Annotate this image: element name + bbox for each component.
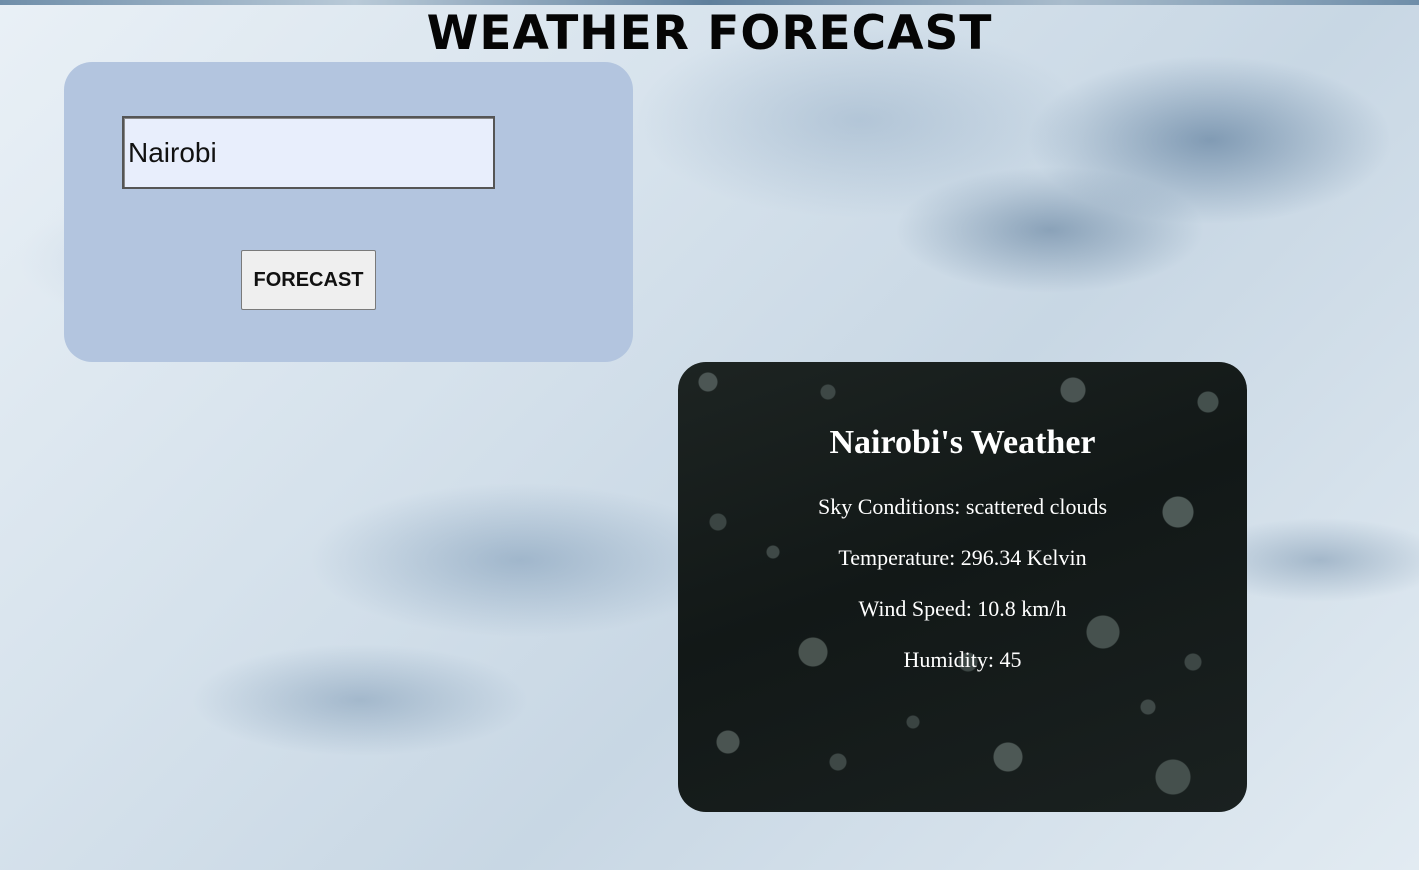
sky-conditions: Sky Conditions: scattered clouds bbox=[817, 494, 1108, 519]
wind-speed: Wind Speed: 10.8 km/h bbox=[858, 596, 1067, 621]
background-top-strip bbox=[0, 0, 1419, 5]
city-input[interactable] bbox=[122, 116, 495, 189]
temperature: Temperature: 296.34 Kelvin bbox=[838, 545, 1087, 570]
forecast-button[interactable]: FORECAST bbox=[241, 250, 376, 310]
search-panel: FORECAST bbox=[64, 62, 633, 362]
city-weather-heading: Nairobi's Weather bbox=[829, 424, 1096, 461]
page-title: WEATHER FORECAST bbox=[426, 6, 993, 61]
humidity: Humidity: 45 bbox=[903, 647, 1022, 672]
weather-result-card: Nairobi's Weather Sky Conditions: scatte… bbox=[678, 362, 1247, 812]
